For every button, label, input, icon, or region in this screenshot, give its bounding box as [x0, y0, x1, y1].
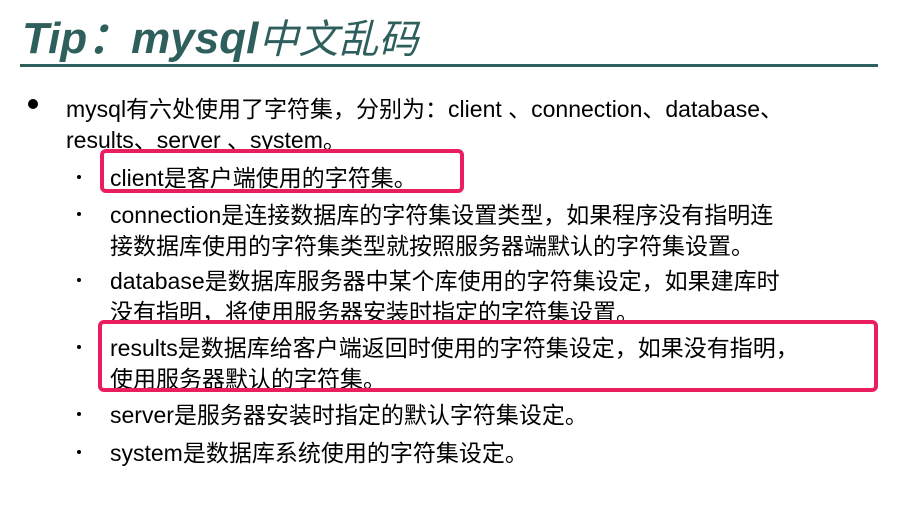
- sub-item-server: server是服务器安装时指定的默认字符集设定。: [110, 402, 588, 428]
- slide-title-en: Tip：mysql: [22, 14, 259, 63]
- sub-bullet-dot: [77, 175, 81, 179]
- slide-title: Tip：mysql 中文乱码: [22, 2, 418, 63]
- sub-bullet-dot: [77, 212, 81, 216]
- sub-item-connection-line-2: 接数据库使用的字符集类型就按照服务器端默认的字符集设置。: [110, 233, 754, 259]
- sub-bullet-dot: [77, 450, 81, 454]
- title-divider: [20, 64, 878, 67]
- sub-bullet-dot: [77, 345, 81, 349]
- highlight-box-results: [98, 320, 878, 392]
- sub-item-database-line-1: database是数据库服务器中某个库使用的字符集设定，如果建库时: [110, 268, 780, 294]
- main-bullet-line-1: mysql有六处使用了字符集，分别为：client 、connection、da…: [66, 96, 784, 122]
- sub-item-system: system是数据库系统使用的字符集设定。: [110, 440, 528, 466]
- sub-item-connection-line-1: connection是连接数据库的字符集设置类型，如果程序没有指明连: [110, 202, 774, 228]
- main-bullet-dot: [28, 99, 38, 109]
- highlight-box-client: [100, 149, 464, 193]
- slide-title-cn: 中文乱码: [258, 17, 419, 63]
- sub-bullet-dot: [77, 278, 81, 282]
- sub-bullet-dot: [77, 412, 81, 416]
